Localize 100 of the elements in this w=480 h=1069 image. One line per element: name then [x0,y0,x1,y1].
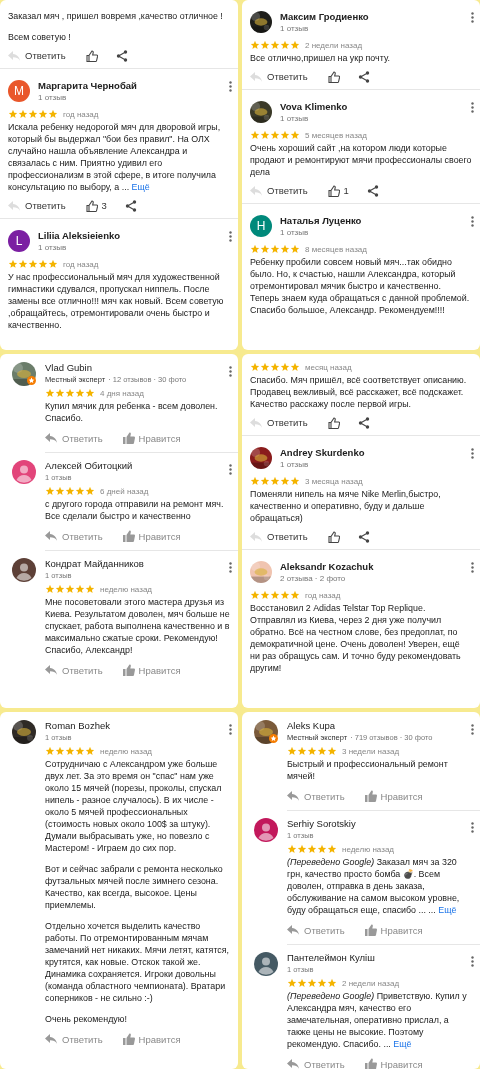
star-icon [280,244,290,254]
author-name: Наталья Луценко [280,215,362,226]
more-options-icon[interactable] [229,464,232,475]
like-button[interactable] [327,70,340,83]
reply-button[interactable]: Ответить [287,1058,345,1069]
more-options-icon[interactable] [471,822,474,833]
share-button[interactable] [124,199,137,212]
author-name: Andrey Skurdenko [280,447,365,458]
reply-icon [250,417,262,428]
like-button[interactable]: Нравится [122,432,181,444]
like-button[interactable]: Нравится [122,530,181,542]
thumbs-up-icon [364,790,377,802]
star-icon [270,362,280,372]
reply-icon [45,1034,57,1044]
author-name: Максим Гродиенко [280,11,369,22]
review-time: год назад [63,109,99,119]
reply-button[interactable]: Ответить [287,924,345,936]
author-name: Алексей Обитоцкий [45,460,133,471]
reply-button[interactable]: Ответить [250,417,308,428]
more-link[interactable]: Ещё [438,905,457,915]
reply-button[interactable]: Ответить [8,50,66,61]
reply-icon [250,185,262,196]
like-button[interactable]: Нравится [364,924,423,936]
more-options-icon[interactable] [229,231,232,242]
star-icon [270,40,280,50]
star-icon [297,844,307,854]
reply-button[interactable]: Ответить [45,664,103,676]
thumbs-up-icon [85,199,98,212]
star-icon [250,40,260,50]
star-icon [260,476,270,486]
share-button[interactable] [357,416,370,429]
thumbs-up-icon [327,416,340,429]
reply-button[interactable]: Ответить [45,530,103,542]
more-options-icon[interactable] [229,81,232,92]
star-icon [85,746,95,756]
review-text: Спасибо. Мяч пришёл, всё соответствует описанию. Продавец вежливый, всё расскажет, всё подскажет. Качество расскажу после первой игры. [250,374,468,410]
like-button[interactable] [85,49,98,62]
like-button[interactable] [327,416,340,429]
star-icon [270,244,280,254]
share-button[interactable] [357,70,370,83]
more-options-icon[interactable] [471,562,474,573]
share-button[interactable] [366,184,379,197]
like-count: 3 [101,200,107,211]
like-button[interactable]: Нравится [364,790,423,802]
like-button[interactable]: Нравится [122,1033,181,1045]
more-options-icon[interactable] [229,562,232,573]
more-options-icon[interactable] [471,956,474,967]
star-icon [317,746,327,756]
reply-button[interactable]: Ответить [8,200,66,211]
reviewer-stats: 1 отзыв [280,460,309,469]
review-text: Очень рекомендую! [45,1013,128,1025]
like-button[interactable]: 1 [327,184,349,197]
star-icon [28,109,38,119]
star-icon [65,584,75,594]
thumbs-up-icon [327,184,340,197]
reply-button[interactable]: Ответить [45,1033,103,1045]
star-icon [290,40,300,50]
more-options-icon[interactable] [229,724,232,735]
star-icon [280,130,290,140]
author-name: Roman Bozhek [45,720,110,731]
like-button[interactable]: Нравится [364,1058,423,1069]
more-options-icon[interactable] [471,448,474,459]
star-icon [55,388,65,398]
more-options-icon[interactable] [471,12,474,23]
star-icon [287,746,297,756]
share-button[interactable] [357,530,370,543]
reply-button[interactable]: Ответить [45,432,103,444]
review-time: 6 дней назад [100,486,149,496]
reviewer-stats: 1 отзыв [38,243,67,252]
review-time: 8 месяцев назад [305,244,367,254]
author-name: Пантелеймон Куліш [287,952,375,963]
like-button[interactable] [327,530,340,543]
more-link[interactable]: Ещё [131,182,150,192]
review-time: месяц назад [305,362,352,372]
reply-button[interactable]: Ответить [287,790,345,802]
more-options-icon[interactable] [471,724,474,735]
more-link[interactable]: Ещё [393,1039,412,1049]
star-icon [85,486,95,496]
author-name: Маргарита Чернобай [38,80,137,91]
star-icon [45,746,55,756]
star-icon [290,362,300,372]
review-time: год назад [305,590,341,600]
star-icon [317,844,327,854]
reply-icon [250,71,262,82]
star-icon [280,590,290,600]
review-time: 4 дня назад [100,388,144,398]
more-options-icon[interactable] [471,216,474,227]
reply-button[interactable]: Ответить [250,71,308,82]
star-icon [260,590,270,600]
like-button[interactable]: 3 [85,199,107,212]
more-options-icon[interactable] [471,102,474,113]
share-button[interactable] [115,49,128,62]
reply-button[interactable]: Ответить [250,185,308,196]
star-icon [290,130,300,140]
like-button[interactable]: Нравится [122,664,181,676]
star-icon [65,486,75,496]
review-text: Поменяли нипель на мяче Nike Merlin,быстро, качественно и оперативно, буду и дальше обращаться) [250,488,442,524]
more-options-icon[interactable] [229,366,232,377]
reply-button[interactable]: Ответить [250,531,308,542]
reviewer-stats: 1 отзыв [280,228,309,237]
